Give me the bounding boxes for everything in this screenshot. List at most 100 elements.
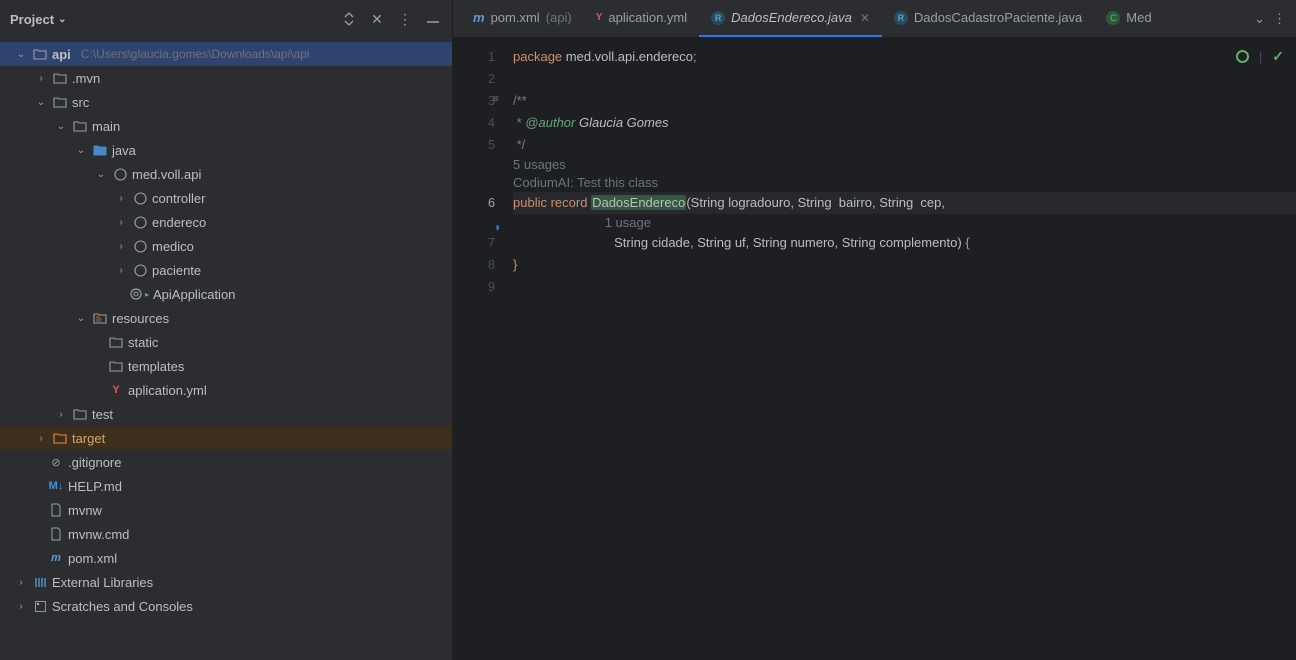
tree-item-aplication-yml[interactable]: Y aplication.yml [0,378,452,402]
maven-icon: m [48,550,64,566]
editor-tabs: m pom.xml (api) Y aplication.yml R Dados… [453,0,1296,38]
folder-icon [108,358,124,374]
tree-item-external-libraries[interactable]: › External Libraries [0,570,452,594]
chevron-down-icon: ⌄ [74,313,88,324]
tree-item-controller[interactable]: › controller [0,186,452,210]
project-tree[interactable]: ⌄ api C:\Users\glaucia.gomes\Downloads\a… [0,38,452,660]
tree-label: controller [152,191,205,206]
tree-item-scratches[interactable]: › Scratches and Consoles [0,594,452,618]
tree-label: static [128,335,158,350]
tree-item-test[interactable]: › test [0,402,452,426]
tab-label: DadosEndereco.java [731,10,852,25]
tabs-more-icon[interactable]: ⋮ [1273,11,1286,27]
gitignore-icon: ⊘ [48,454,64,470]
tree-item-java[interactable]: ⌄ java [0,138,452,162]
usage-inlay[interactable]: 1 usage [605,215,651,230]
tree-item-templates[interactable]: templates [0,354,452,378]
folder-icon [72,118,88,134]
run-badge-icon: ▸ [145,290,149,299]
tree-label: Scratches and Consoles [52,599,193,614]
folder-icon [72,406,88,422]
tab-label: aplication.yml [608,10,687,25]
project-sidebar: Project ⌄ ✕ ⋮ ⌄ api C:\Users\glaucia.gom… [0,0,453,660]
chevron-right-icon: › [114,217,128,228]
tree-item-mvnw[interactable]: mvnw [0,498,452,522]
chevron-right-icon: › [114,265,128,276]
markdown-icon: M↓ [48,478,64,494]
sidebar-actions: ✕ ⋮ [340,10,442,28]
tree-item-apiapplication[interactable]: ▸ ApiApplication [0,282,452,306]
class-icon: C [1106,11,1120,25]
tree-item-main[interactable]: ⌄ main [0,114,452,138]
tree-label: mvnw [68,503,102,518]
select-opened-file-icon[interactable] [340,10,358,28]
editor-body[interactable]: | ✓ 1 2 3 4 5 6 7 8 9 ≡ ◑ package med.vo… [453,38,1296,660]
tab-med-truncated[interactable]: C Med [1094,0,1163,37]
chevron-right-icon: › [14,601,28,612]
tab-dados-endereco[interactable]: R DadosEndereco.java ✕ [699,0,882,37]
tabs-chevron-icon[interactable]: ⌄ [1254,11,1265,27]
close-tab-icon[interactable]: ✕ [860,11,870,25]
chevron-right-icon: › [114,193,128,204]
tree-root-path: C:\Users\glaucia.gomes\Downloads\api\api [81,47,310,61]
tree-item-target[interactable]: › target [0,426,452,450]
tree-item-static[interactable]: static [0,330,452,354]
tree-item-pomxml[interactable]: m pom.xml [0,546,452,570]
package-icon [132,238,148,254]
comment-open: /** [513,93,527,108]
more-icon[interactable]: ⋮ [396,10,414,28]
editor-gutter: 1 2 3 4 5 6 7 8 9 [453,38,513,660]
tree-item-helpmd[interactable]: M↓ HELP.md [0,474,452,498]
line-number: 9 [453,276,513,298]
close-icon[interactable]: ✕ [368,10,386,28]
tree-item-endereco[interactable]: › endereco [0,210,452,234]
chevron-right-icon: › [114,241,128,252]
class-name: DadosEndereco [591,195,686,210]
tree-root-api[interactable]: ⌄ api C:\Users\glaucia.gomes\Downloads\a… [0,42,452,66]
folder-source-icon [92,142,108,158]
tree-label: resources [112,311,169,326]
record-class-icon: R [711,11,725,25]
chevron-down-icon: ⌄ [54,121,68,132]
params-line-1: String logradouro, String bairro, String… [691,195,945,210]
line-number: 8 [453,254,513,276]
chevron-right-icon: › [54,409,68,420]
tree-item-src[interactable]: ⌄ src [0,90,452,114]
chevron-right-icon: › [34,433,48,444]
tree-label: java [112,143,136,158]
package-icon [112,166,128,182]
chevron-down-icon: ⌄ [74,145,88,156]
folder-target-icon [52,430,68,446]
tree-item-gitignore[interactable]: ⊘ .gitignore [0,450,452,474]
tree-label: src [72,95,89,110]
tree-item-mvnwcmd[interactable]: mvnw.cmd [0,522,452,546]
yaml-file-icon: Y [596,12,603,23]
line-number: 5 [453,134,513,156]
tab-label: pom.xml [491,10,540,25]
codium-inlay[interactable]: CodiumAI: Test this class [513,175,658,190]
tree-item-package[interactable]: ⌄ med.voll.api [0,162,452,186]
tab-aplication-yml[interactable]: Y aplication.yml [584,0,699,37]
tab-dados-cadastro-paciente[interactable]: R DadosCadastroPaciente.java [882,0,1094,37]
tree-item-mvn[interactable]: › .mvn [0,66,452,90]
folder-icon [32,46,48,62]
codium-gutter-icon[interactable]: ◑ [493,220,500,234]
tree-item-medico[interactable]: › medico [0,234,452,258]
tree-label: endereco [152,215,206,230]
tree-label: HELP.md [68,479,122,494]
gear-icon [128,286,144,302]
code-area[interactable]: package med.voll.api.endereco; /** * @au… [513,38,1296,660]
usages-inlay[interactable]: 5 usages [513,157,566,172]
record-class-icon: R [894,11,908,25]
project-title-label: Project [10,12,54,27]
line-number: 2 [453,68,513,90]
tab-pom-xml[interactable]: m pom.xml (api) [453,0,584,37]
tree-label: mvnw.cmd [68,527,129,542]
tree-item-resources[interactable]: ⌄ resources [0,306,452,330]
comment-close: */ [513,137,525,152]
tree-item-paciente[interactable]: › paciente [0,258,452,282]
minimize-icon[interactable] [424,10,442,28]
fold-indicator-icon[interactable]: ≡ [493,94,499,105]
project-title[interactable]: Project ⌄ [10,12,66,27]
tree-label: aplication.yml [128,383,207,398]
